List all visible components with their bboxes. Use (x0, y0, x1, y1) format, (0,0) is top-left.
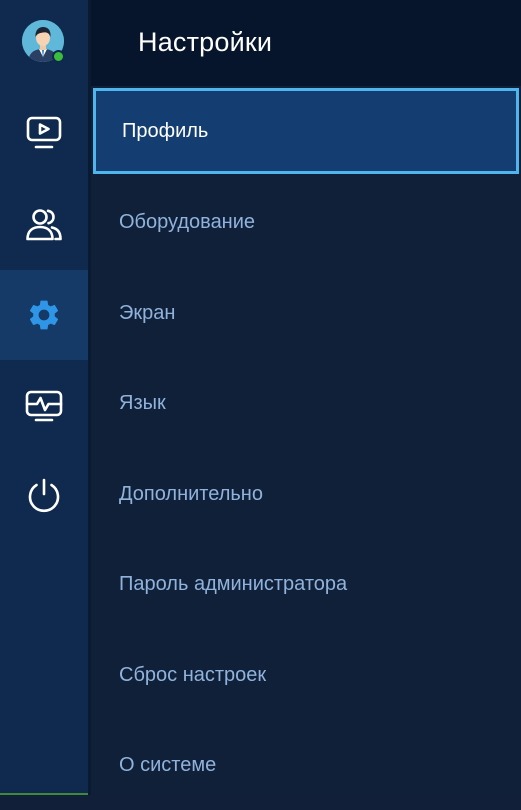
menu-item-language[interactable]: Язык (91, 358, 521, 448)
avatar[interactable] (22, 20, 65, 63)
nav-media[interactable] (0, 88, 88, 178)
menu-item-about-system[interactable]: О системе (91, 720, 521, 810)
tv-play-icon (26, 116, 62, 150)
nav-power[interactable] (0, 452, 88, 542)
menu-item-screen[interactable]: Экран (91, 268, 521, 358)
menu-item-reset-settings[interactable]: Сброс настроек (91, 630, 521, 720)
nav-monitoring[interactable] (0, 361, 88, 451)
gear-icon (26, 297, 62, 333)
nav-users[interactable] (0, 179, 88, 269)
page-title: Настройки (138, 27, 273, 57)
menu-item-advanced[interactable]: Дополнительно (91, 449, 521, 539)
settings-menu: Профиль Оборудование Экран Язык Дополнит… (91, 86, 521, 795)
online-status-badge (52, 50, 65, 63)
menu-item-admin-password[interactable]: Пароль администратора (91, 539, 521, 629)
menu-item-hardware[interactable]: Оборудование (91, 177, 521, 267)
users-icon (25, 207, 63, 241)
side-rail (0, 0, 88, 795)
power-icon (26, 478, 62, 516)
menu-item-profile[interactable]: Профиль (93, 88, 519, 174)
monitor-pulse-icon (25, 389, 63, 423)
page-header: Настройки (91, 0, 521, 86)
nav-settings[interactable] (0, 270, 88, 360)
